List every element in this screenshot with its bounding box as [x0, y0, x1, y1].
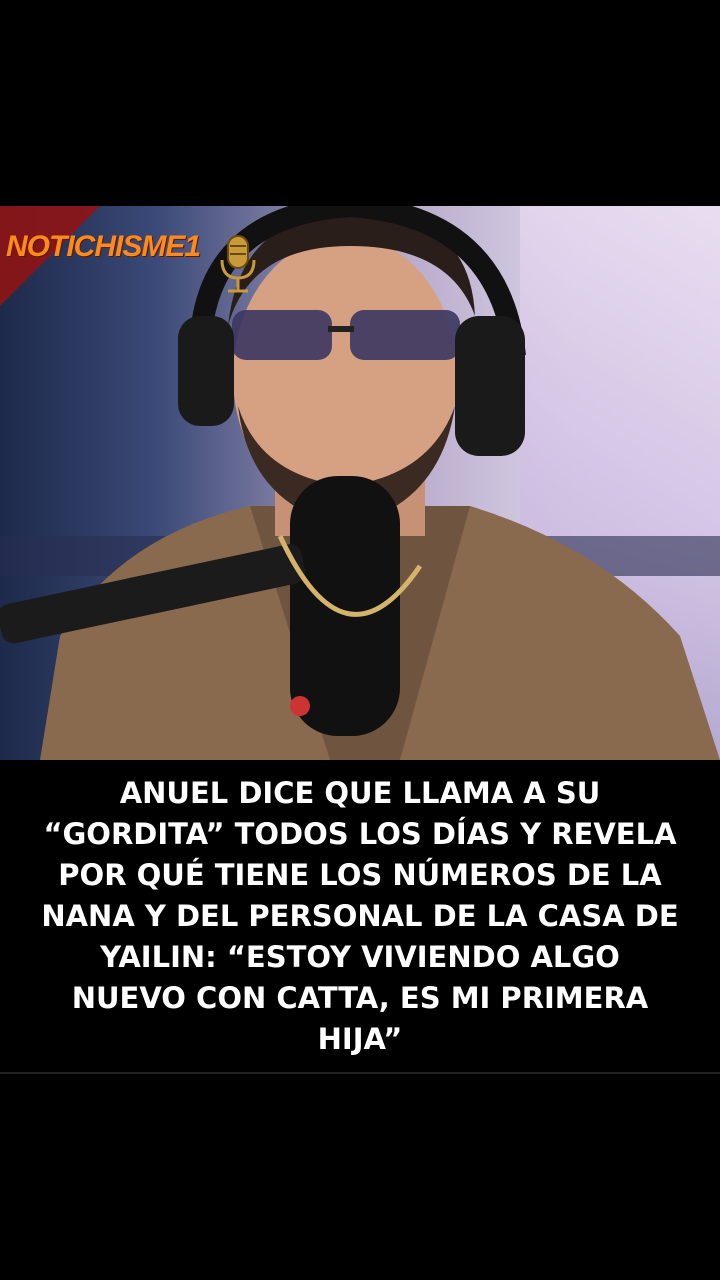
microphone-icon	[220, 235, 256, 293]
caption-panel: ANUEL DICE QUE LLAMA A SU “GORDITA” TODO…	[0, 760, 720, 1072]
headline-caption: ANUEL DICE QUE LLAMA A SU “GORDITA” TODO…	[41, 775, 679, 1056]
podcast-host-photo	[0, 206, 720, 760]
video-frame	[0, 206, 720, 760]
brand-logo: NOTICHISME1	[6, 230, 201, 263]
divider	[0, 1072, 720, 1074]
